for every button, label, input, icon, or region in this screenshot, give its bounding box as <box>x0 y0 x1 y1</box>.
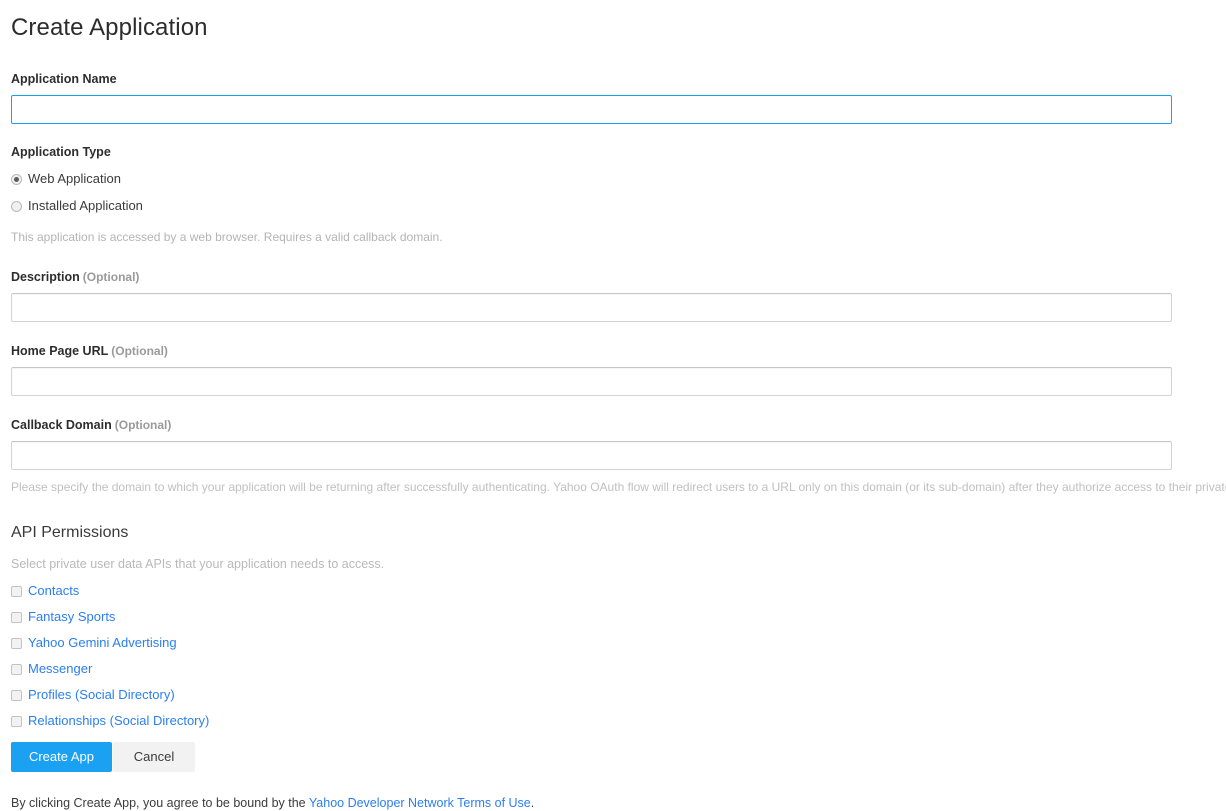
permission-item-profiles[interactable]: Profiles (Social Directory) <box>11 685 1215 705</box>
checkbox-icon-yahoo-gemini-advertising[interactable] <box>11 637 22 649</box>
permission-label-messenger[interactable]: Messenger <box>28 661 92 677</box>
radio-option-installed-application[interactable]: Installed Application <box>11 196 1215 216</box>
application-type-radio-group: Web Application Installed Application <box>11 169 1215 216</box>
home-page-url-input[interactable] <box>11 367 1172 396</box>
checkbox-icon-profiles[interactable] <box>11 689 22 701</box>
checkbox-icon-contacts[interactable] <box>11 585 22 597</box>
radio-label-web-application: Web Application <box>28 171 121 186</box>
radio-label-installed-application: Installed Application <box>28 198 143 213</box>
create-app-button[interactable]: Create App <box>11 742 112 772</box>
callback-domain-label: Callback Domain (Optional) <box>11 418 1215 433</box>
permission-label-relationships[interactable]: Relationships (Social Directory) <box>28 713 209 729</box>
description-label: Description (Optional) <box>11 270 1215 285</box>
field-application-type: Application Type Web Application Install… <box>11 145 1215 245</box>
form-actions: Create App Cancel <box>11 742 1215 772</box>
checkbox-icon-relationships[interactable] <box>11 715 22 727</box>
permission-item-yahoo-gemini-advertising[interactable]: Yahoo Gemini Advertising <box>11 633 1215 653</box>
field-callback-domain: Callback Domain (Optional) Please specify… <box>11 418 1226 495</box>
callback-domain-label-text: Callback Domain <box>11 418 112 432</box>
radio-icon-installed-application[interactable] <box>11 200 22 212</box>
description-label-text: Description <box>11 270 80 284</box>
radio-icon-web-application[interactable] <box>11 173 22 185</box>
cancel-button[interactable]: Cancel <box>113 742 195 772</box>
description-input[interactable] <box>11 293 1172 322</box>
radio-option-web-application[interactable]: Web Application <box>11 169 1215 189</box>
callback-domain-help-text: Please specify the domain to which your … <box>11 480 1226 494</box>
checkbox-icon-messenger[interactable] <box>11 663 22 675</box>
application-name-input[interactable] <box>11 95 1172 124</box>
terms-notice: By clicking Create App, you agree to be … <box>11 795 1215 811</box>
page-title: Create Application <box>11 14 208 41</box>
form-content: Create Application Application Name Appl… <box>0 0 1226 811</box>
permission-item-messenger[interactable]: Messenger <box>11 659 1215 679</box>
create-application-page: Create Application Application Name Appl… <box>0 0 1226 810</box>
api-permissions-subtitle: Select private user data APIs that your … <box>11 557 385 571</box>
terms-of-use-link[interactable]: Yahoo Developer Network Terms of Use <box>309 796 531 810</box>
field-description: Description (Optional) <box>11 270 1215 322</box>
terms-notice-text-before: By clicking Create App, you agree to be … <box>11 796 309 810</box>
field-application-name: Application Name <box>11 72 1215 124</box>
home-page-url-label-text: Home Page URL <box>11 344 109 358</box>
description-optional-tag: (Optional) <box>82 270 140 284</box>
permission-item-relationships[interactable]: Relationships (Social Directory) <box>11 711 1215 731</box>
terms-notice-text-after: . <box>530 796 535 810</box>
permission-label-contacts[interactable]: Contacts <box>28 583 79 599</box>
home-page-url-optional-tag: (Optional) <box>111 344 168 358</box>
application-type-help-text: This application is accessed by a web br… <box>11 230 443 244</box>
field-home-page-url: Home Page URL (Optional) <box>11 344 1215 396</box>
permission-item-fantasy-sports[interactable]: Fantasy Sports <box>11 607 1215 627</box>
application-name-label: Application Name <box>11 72 117 86</box>
checkbox-icon-fantasy-sports[interactable] <box>11 611 22 623</box>
permission-label-yahoo-gemini-advertising[interactable]: Yahoo Gemini Advertising <box>28 635 177 651</box>
permission-label-fantasy-sports[interactable]: Fantasy Sports <box>28 609 115 625</box>
permission-item-contacts[interactable]: Contacts <box>11 581 1215 601</box>
permission-label-profiles[interactable]: Profiles (Social Directory) <box>28 687 175 703</box>
callback-domain-optional-tag: (Optional) <box>114 418 172 432</box>
api-permissions-heading: API Permissions <box>11 524 129 541</box>
home-page-url-label: Home Page URL (Optional) <box>11 344 1215 359</box>
application-type-label: Application Type <box>11 145 111 159</box>
callback-domain-input[interactable] <box>11 441 1172 470</box>
api-permissions-list: Contacts Fantasy Sports Yahoo Gemini Adv… <box>11 581 1215 731</box>
